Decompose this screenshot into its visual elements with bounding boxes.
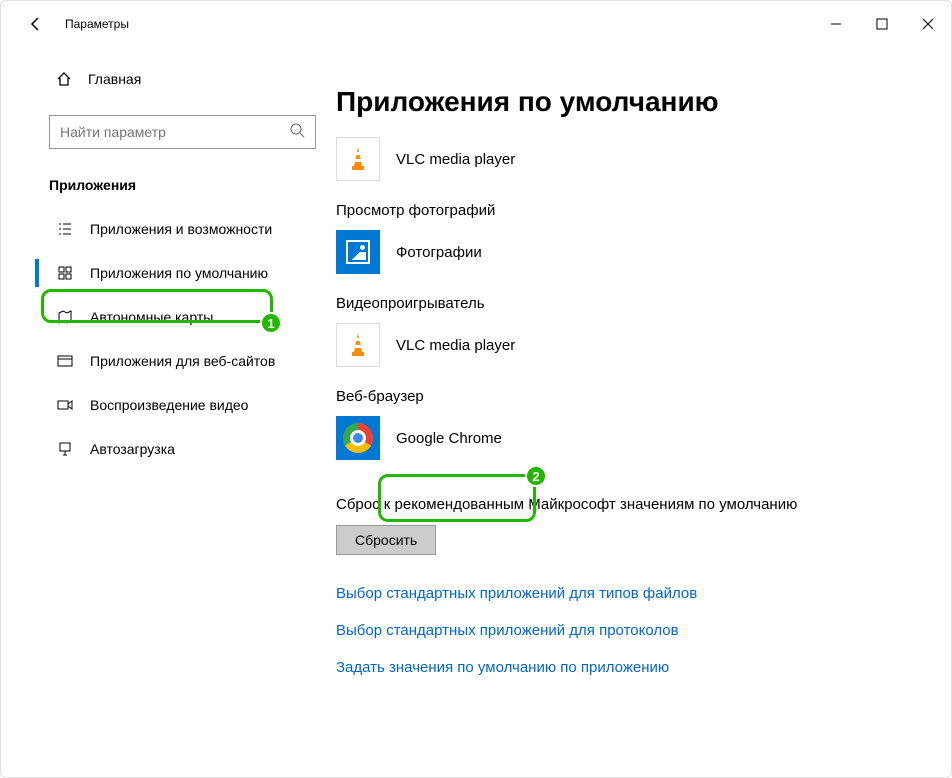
window-controls bbox=[813, 8, 951, 40]
link-protocols[interactable]: Выбор стандартных приложений для протоко… bbox=[336, 622, 921, 639]
sidebar-item-web-apps[interactable]: Приложения для веб-сайтов bbox=[1, 339, 336, 383]
category-label-video: Видеопроигрыватель bbox=[336, 295, 921, 312]
link-file-types[interactable]: Выбор стандартных приложений для типов ф… bbox=[336, 585, 921, 602]
default-app-tile[interactable]: VLC media player bbox=[336, 322, 921, 368]
page-title: Приложения по умолчанию bbox=[336, 86, 921, 118]
reset-button[interactable]: Сбросить bbox=[336, 525, 436, 555]
list-icon bbox=[56, 221, 74, 237]
annotation-badge-2: 2 bbox=[525, 465, 547, 487]
nav-label: Автономные карты bbox=[90, 309, 213, 325]
websites-icon bbox=[56, 353, 74, 369]
reset-description: Сброс к рекомендованным Майкрософт значе… bbox=[336, 496, 921, 513]
search-input[interactable] bbox=[60, 124, 289, 140]
sidebar-item-apps-features[interactable]: Приложения и возможности bbox=[1, 207, 336, 251]
sidebar-item-default-apps[interactable]: Приложения по умолчанию bbox=[1, 251, 336, 295]
search-icon bbox=[289, 122, 305, 143]
nav-label: Воспроизведение видео bbox=[90, 397, 248, 413]
video-icon bbox=[56, 397, 74, 413]
maximize-button[interactable] bbox=[859, 8, 905, 40]
default-app-tile-browser[interactable]: Google Chrome bbox=[336, 415, 921, 461]
vlc-icon bbox=[336, 137, 380, 181]
sidebar-home-label: Главная bbox=[88, 71, 141, 87]
sidebar-section-title: Приложения bbox=[49, 177, 336, 193]
link-by-app[interactable]: Задать значения по умолчанию по приложен… bbox=[336, 659, 921, 676]
nav-label: Приложения и возможности bbox=[90, 221, 272, 237]
sidebar-item-offline-maps[interactable]: Автономные карты bbox=[1, 295, 336, 339]
home-icon bbox=[56, 71, 74, 87]
app-name: Google Chrome bbox=[396, 430, 502, 447]
sidebar-item-video-playback[interactable]: Воспроизведение видео bbox=[1, 383, 336, 427]
selection-indicator bbox=[35, 259, 39, 287]
minimize-button[interactable] bbox=[813, 8, 859, 40]
chrome-icon bbox=[336, 416, 380, 460]
nav-label: Автозагрузка bbox=[90, 441, 175, 457]
category-label-photos: Просмотр фотографий bbox=[336, 202, 921, 219]
nav-label: Приложения для веб-сайтов bbox=[90, 353, 275, 369]
app-name: Фотографии bbox=[396, 244, 482, 261]
map-icon bbox=[56, 309, 74, 325]
annotation-badge-1: 1 bbox=[260, 312, 282, 334]
sidebar: Главная Приложения Приложения и возможно… bbox=[1, 46, 336, 777]
startup-icon bbox=[56, 441, 74, 457]
search-box[interactable] bbox=[49, 115, 316, 149]
defaults-icon bbox=[56, 265, 74, 281]
vlc-icon bbox=[336, 323, 380, 367]
sidebar-home[interactable]: Главная bbox=[1, 61, 336, 97]
main-content: Приложения по умолчанию VLC media player… bbox=[336, 46, 951, 777]
reset-section: Сброс к рекомендованным Майкрософт значе… bbox=[336, 496, 921, 555]
photos-icon bbox=[336, 230, 380, 274]
default-app-tile[interactable]: Фотографии bbox=[336, 229, 921, 275]
nav-label: Приложения по умолчанию bbox=[90, 265, 268, 281]
sidebar-item-startup[interactable]: Автозагрузка bbox=[1, 427, 336, 471]
app-name: VLC media player bbox=[396, 337, 515, 354]
close-button[interactable] bbox=[905, 8, 951, 40]
links-section: Выбор стандартных приложений для типов ф… bbox=[336, 585, 921, 676]
titlebar: Параметры bbox=[1, 1, 951, 46]
default-app-tile[interactable]: VLC media player bbox=[336, 136, 921, 182]
app-name: VLC media player bbox=[396, 151, 515, 168]
back-button[interactable] bbox=[21, 9, 51, 39]
window-title: Параметры bbox=[65, 17, 129, 31]
category-label-browser: Веб-браузер bbox=[336, 388, 921, 405]
